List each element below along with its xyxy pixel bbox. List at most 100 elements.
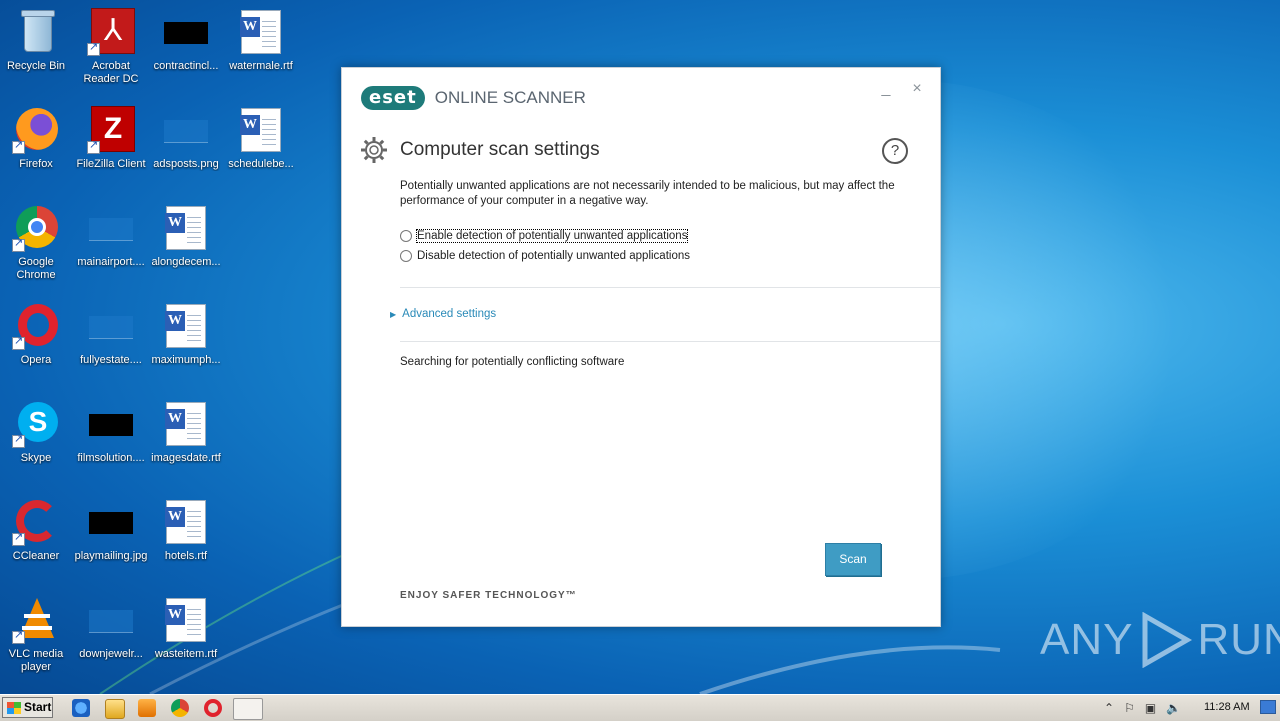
desktop-icon-label: Opera xyxy=(20,354,52,366)
desktop-icon-label: CCleaner xyxy=(12,550,60,562)
internet-explorer-icon[interactable] xyxy=(72,699,90,717)
desktop-icon-label: Skype xyxy=(20,452,52,464)
desktop-icon-wasteitem[interactable]: W wasteitem.rtf xyxy=(148,596,224,661)
desktop-icon-label: FileZilla Client xyxy=(76,158,146,170)
eset-logo-badge: eset xyxy=(361,86,425,110)
desktop-icon-chrome[interactable]: Google Chrome xyxy=(0,204,74,282)
desktop-icon-downjewelr[interactable]: downjewelr... xyxy=(73,596,149,661)
disable-pua-label[interactable]: Disable detection of potentially unwante… xyxy=(417,250,690,262)
eset-tagline: ENJOY SAFER TECHNOLOGY™ xyxy=(400,590,577,601)
desktop-icon-label: Recycle Bin xyxy=(6,60,66,72)
desktop-icon-ccleaner[interactable]: CCleaner xyxy=(0,498,74,563)
image-file-icon xyxy=(87,204,135,252)
desktop-icon-label: adsposts.png xyxy=(153,158,219,170)
show-desktop-button[interactable] xyxy=(1260,700,1276,714)
image-file-icon xyxy=(162,106,210,154)
eset-window: eset ONLINE SCANNER _ × Computer scan se… xyxy=(341,67,941,627)
image-file-icon xyxy=(87,596,135,644)
title-row: Computer scan settings xyxy=(360,136,600,164)
desktop-icon-label: Google Chrome xyxy=(16,256,56,281)
network-icon[interactable]: ▣ xyxy=(1145,701,1156,715)
desktop-icon-opera[interactable]: Opera xyxy=(0,302,74,367)
desktop-icon-recycle-bin[interactable]: Recycle Bin xyxy=(0,8,74,73)
desktop-icon-hotels[interactable]: W hotels.rtf xyxy=(148,498,224,563)
scan-button[interactable]: Scan xyxy=(825,543,881,576)
divider xyxy=(400,287,940,288)
desktop-icon-playmailing[interactable]: playmailing.jpg xyxy=(73,498,149,563)
desktop-icon-label: schedulebe... xyxy=(228,158,294,170)
desktop-icon-filmsolution[interactable]: filmsolution.... xyxy=(73,400,149,465)
play-icon xyxy=(1142,612,1193,668)
desktop-icon-contractincl[interactable]: contractincl... xyxy=(148,8,224,73)
image-file-icon xyxy=(162,8,210,56)
desktop-icon-imagesdate[interactable]: W imagesdate.rtf xyxy=(148,400,224,465)
explorer-icon[interactable] xyxy=(105,699,125,719)
radio-button[interactable] xyxy=(400,250,412,262)
desktop-icon-vlc[interactable]: VLC media player xyxy=(0,596,74,674)
system-tray: ⌃ ⚐ ▣ 🔈 xyxy=(1104,698,1191,718)
word-document-icon: W xyxy=(162,204,210,252)
gear-icon xyxy=(361,137,387,163)
desktop-icon-label: fullyestate.... xyxy=(80,354,142,366)
filezilla-icon: Z xyxy=(87,106,135,154)
recycle-bin-icon xyxy=(12,8,60,56)
watermark-right: RUN xyxy=(1197,615,1280,664)
enable-pua-option[interactable]: Enable detection of potentially unwanted… xyxy=(400,229,689,243)
desktop-icon-acrobat[interactable]: ⅄ Acrobat Reader DC xyxy=(73,8,149,86)
windows-flag-icon xyxy=(7,701,21,714)
watermark-left: ANY xyxy=(1040,615,1134,664)
start-button[interactable]: Start xyxy=(2,697,53,718)
desktop-icon-adsposts[interactable]: adsposts.png xyxy=(148,106,224,171)
desktop-icon-label: maximumph... xyxy=(151,354,221,366)
desktop-icon-alongdecem[interactable]: W alongdecem... xyxy=(148,204,224,269)
desktop-icon-skype[interactable]: S Skype xyxy=(0,400,74,465)
volume-icon[interactable]: 🔈 xyxy=(1166,701,1181,715)
desktop-icon-label: wasteitem.rtf xyxy=(154,648,218,660)
opera-icon[interactable] xyxy=(204,699,222,717)
image-file-icon xyxy=(87,498,135,546)
image-file-icon xyxy=(87,400,135,448)
caret-right-icon: ▶ xyxy=(390,309,397,319)
desktop-icon-filezilla[interactable]: Z FileZilla Client xyxy=(73,106,149,171)
minimize-button[interactable]: _ xyxy=(877,80,895,98)
radio-button[interactable] xyxy=(400,230,412,242)
image-file-icon xyxy=(87,302,135,350)
advanced-settings-link[interactable]: ▶ Advanced settings xyxy=(390,308,496,320)
action-center-flag-icon[interactable]: ⚐ xyxy=(1124,701,1135,715)
chrome-icon xyxy=(12,204,60,252)
desktop-icon-label: Acrobat Reader DC xyxy=(83,60,139,85)
close-button[interactable]: × xyxy=(908,80,926,98)
word-document-icon: W xyxy=(237,106,285,154)
word-document-icon: W xyxy=(162,302,210,350)
eset-logo: eset ONLINE SCANNER xyxy=(361,86,586,110)
desktop-icon-watermale[interactable]: W watermale.rtf xyxy=(223,8,299,73)
show-hidden-icons-icon[interactable]: ⌃ xyxy=(1104,701,1114,715)
eset-icon[interactable] xyxy=(233,698,263,720)
desktop-icon-label: downjewelr... xyxy=(79,648,143,660)
desktop-icon-label: mainairport.... xyxy=(77,256,145,268)
desktop-icon-fullyestate[interactable]: fullyestate.... xyxy=(73,302,149,367)
pua-description: Potentially unwanted applications are no… xyxy=(400,180,895,207)
desktop-icon-label: VLC media player xyxy=(8,648,64,673)
disable-pua-option[interactable]: Disable detection of potentially unwante… xyxy=(400,250,690,262)
clock[interactable]: 11:28 AM xyxy=(1204,701,1250,713)
desktop-icon-maximumph[interactable]: W maximumph... xyxy=(148,302,224,367)
media-player-icon[interactable] xyxy=(138,699,156,717)
desktop-icon-firefox[interactable]: Firefox xyxy=(0,106,74,171)
word-document-icon: W xyxy=(237,8,285,56)
word-document-icon: W xyxy=(162,498,210,546)
chrome-icon[interactable] xyxy=(171,699,189,717)
desktop-icon-label: imagesdate.rtf xyxy=(151,452,221,464)
enable-pua-label[interactable]: Enable detection of potentially unwanted… xyxy=(415,229,689,243)
advanced-settings-label[interactable]: Advanced settings xyxy=(402,308,496,320)
page-title: Computer scan settings xyxy=(400,139,600,160)
help-button[interactable]: ? xyxy=(882,138,908,164)
divider xyxy=(400,341,940,342)
desktop-icon-label: hotels.rtf xyxy=(164,550,208,562)
eset-logo-text: ONLINE SCANNER xyxy=(434,88,586,107)
firefox-icon xyxy=(12,106,60,154)
desktop-icon-mainairport[interactable]: mainairport.... xyxy=(73,204,149,269)
desktop-icon-schedulebe[interactable]: W schedulebe... xyxy=(223,106,299,171)
desktop-icon-label: filmsolution.... xyxy=(77,452,145,464)
vlc-icon xyxy=(12,596,60,644)
